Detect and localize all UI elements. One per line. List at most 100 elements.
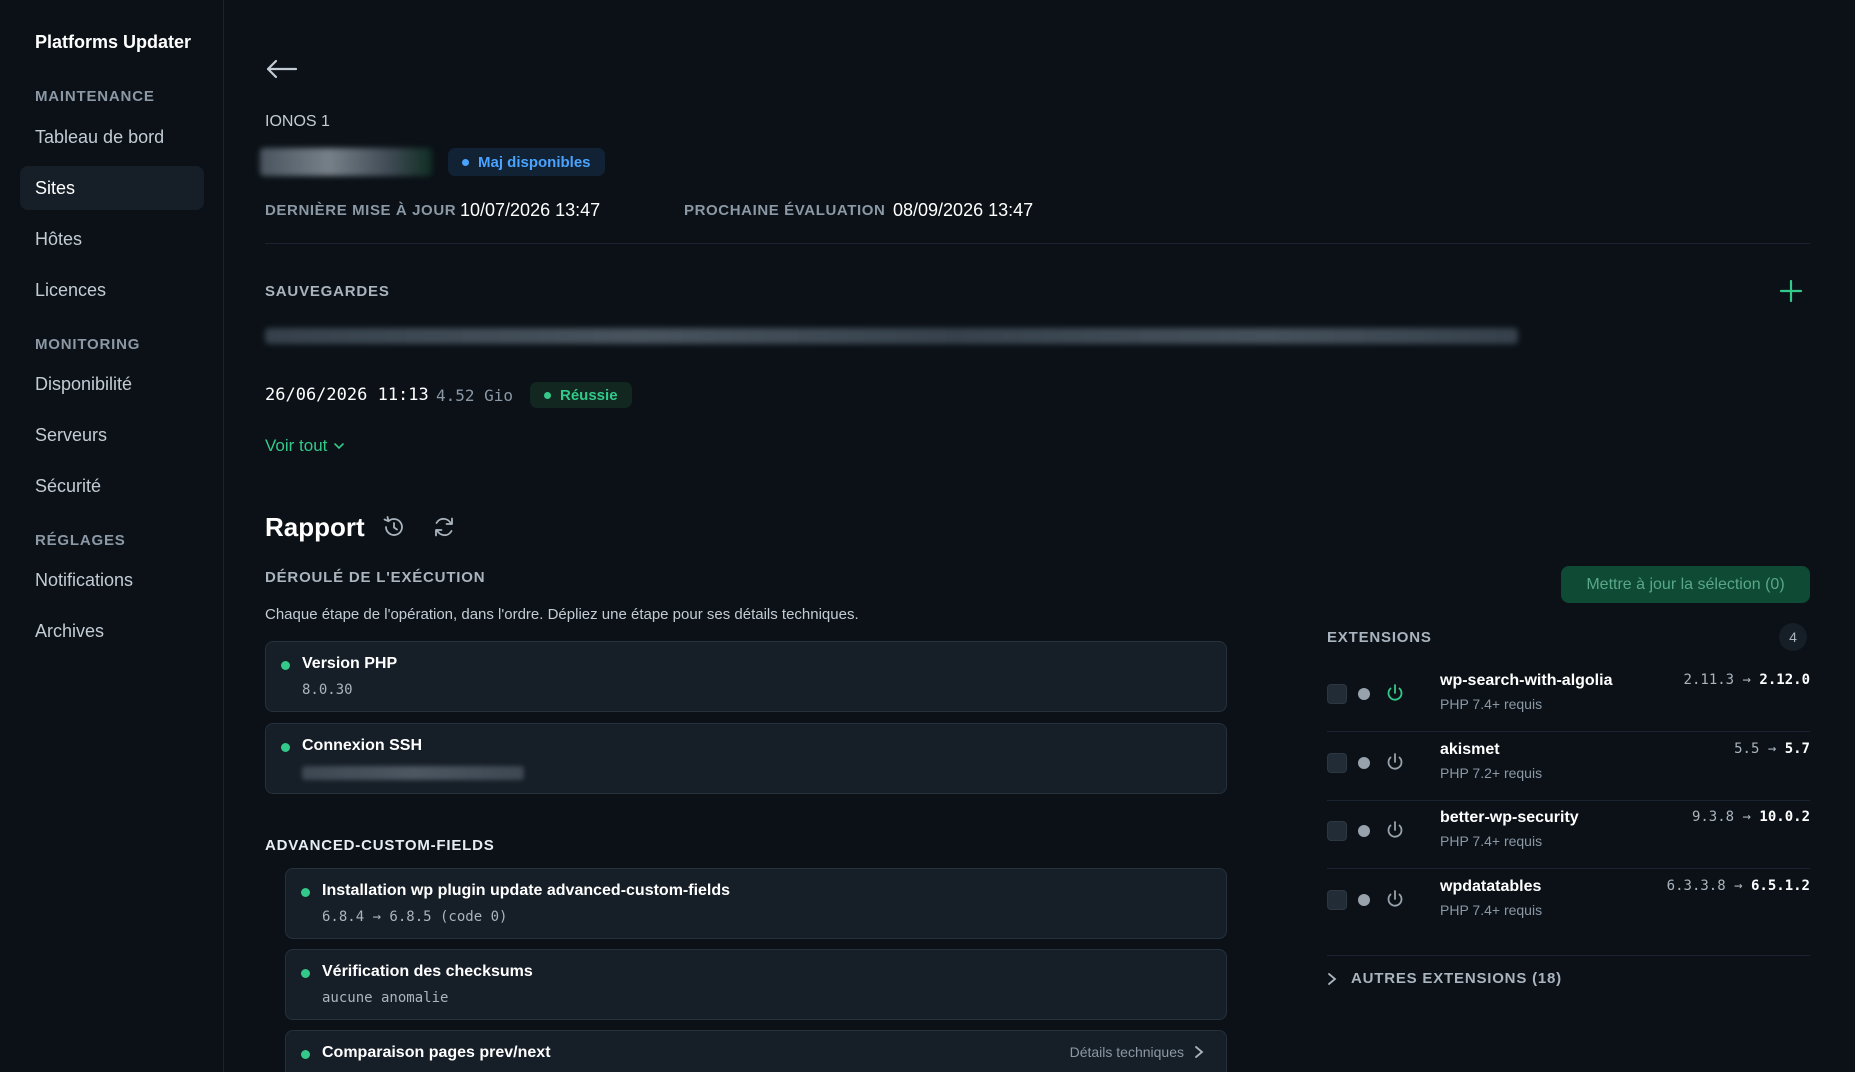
- sidebar-item-hotes[interactable]: Hôtes: [20, 217, 204, 261]
- backup-size: 4.52 Gio: [436, 386, 514, 405]
- status-badge: Maj disponibles: [448, 148, 605, 176]
- step-subtitle: 8.0.30: [302, 682, 353, 698]
- technical-details-label: Détails techniques: [1069, 1044, 1184, 1060]
- version-to: 2.12.0: [1759, 672, 1810, 688]
- step-checksums[interactable]: Vérification des checksums aucune anomal…: [285, 949, 1227, 1020]
- backup-status-badge: Réussie: [530, 382, 632, 408]
- step-status-dot: [281, 743, 290, 752]
- backups-title: SAUVEGARDES: [265, 283, 390, 300]
- update-selection-button[interactable]: Mettre à jour la sélection (0): [1561, 566, 1810, 603]
- step-status-dot: [301, 1050, 310, 1059]
- group-title: ADVANCED-CUSTOM-FIELDS: [265, 837, 495, 854]
- host-label: IONOS 1: [265, 113, 330, 130]
- add-backup-icon[interactable]: [1779, 279, 1803, 303]
- extension-row: better-wp-security PHP 7.4+ requis 9.3.8…: [1327, 801, 1810, 869]
- exec-description: Chaque étape de l'opération, dans l'ordr…: [265, 606, 859, 623]
- step-ssh-connection[interactable]: Connexion SSH: [265, 723, 1227, 794]
- see-all-label: Voir tout: [265, 436, 328, 455]
- power-icon[interactable]: [1384, 751, 1406, 773]
- refresh-icon[interactable]: [431, 514, 457, 540]
- step-php-version[interactable]: Version PHP 8.0.30: [265, 641, 1227, 712]
- version-from: 5.5: [1734, 741, 1760, 757]
- extension-checkbox[interactable]: [1327, 684, 1347, 704]
- backup-path-redacted: [265, 328, 1518, 344]
- step-title: Vérification des checksums: [322, 963, 533, 980]
- status-dot: [1358, 688, 1370, 700]
- extension-row: wp-search-with-algolia PHP 7.4+ requis 2…: [1327, 664, 1810, 732]
- extension-name: wp-search-with-algolia: [1440, 672, 1613, 689]
- sidebar-item-sites[interactable]: Sites: [20, 166, 204, 210]
- last-update-value: 10/07/2026 13:47: [460, 200, 601, 220]
- step-page-compare[interactable]: Comparaison pages prev/next Détails tech…: [285, 1030, 1227, 1072]
- extension-row: akismet PHP 7.2+ requis 5.5 → 5.7: [1327, 733, 1810, 801]
- sidebar: Platforms Updater MAINTENANCE Tableau de…: [0, 0, 224, 1072]
- backup-date: 26/06/2026 11:13: [265, 385, 429, 405]
- sidebar-item-disponibilite[interactable]: Disponibilité: [20, 362, 204, 406]
- other-extensions-toggle[interactable]: AUTRES EXTENSIONS (18): [1327, 970, 1562, 987]
- step-status-dot: [281, 661, 290, 670]
- step-subtitle-redacted: [302, 766, 524, 780]
- step-title: Comparaison pages prev/next: [322, 1044, 551, 1061]
- divider: [265, 243, 1810, 244]
- power-icon[interactable]: [1384, 819, 1406, 841]
- sidebar-section-maintenance: MAINTENANCE: [35, 88, 155, 105]
- technical-details-toggle[interactable]: Détails techniques: [1070, 1044, 1204, 1060]
- next-eval-label: PROCHAINE ÉVALUATION: [684, 202, 886, 219]
- extension-name: better-wp-security: [1440, 809, 1579, 826]
- version-to: 10.0.2: [1759, 809, 1810, 825]
- status-dot: [1358, 757, 1370, 769]
- history-icon[interactable]: [381, 514, 407, 540]
- back-arrow-icon[interactable]: [264, 56, 298, 82]
- sidebar-item-tableau-de-bord[interactable]: Tableau de bord: [20, 115, 204, 159]
- sidebar-item-serveurs[interactable]: Serveurs: [20, 413, 204, 457]
- step-title: Version PHP: [302, 655, 398, 672]
- step-subtitle: 6.8.4 → 6.8.5 (code 0): [322, 909, 508, 925]
- extension-requirement: PHP 7.4+ requis: [1440, 696, 1543, 712]
- chevron-right-icon: [1328, 972, 1337, 985]
- step-status-dot: [301, 969, 310, 978]
- version-from: 6.3.3.8: [1666, 878, 1726, 894]
- extension-name: akismet: [1440, 741, 1500, 758]
- step-title: Connexion SSH: [302, 737, 423, 754]
- sidebar-item-securite[interactable]: Sécurité: [20, 464, 204, 508]
- sidebar-item-archives[interactable]: Archives: [20, 609, 204, 653]
- extensions-count: 4: [1779, 623, 1807, 651]
- chevron-right-icon: [1195, 1046, 1204, 1058]
- power-icon[interactable]: [1384, 888, 1406, 910]
- extension-row: wpdatatables PHP 7.4+ requis 6.3.3.8 → 6…: [1327, 870, 1810, 956]
- version-from: 2.11.3: [1683, 672, 1735, 688]
- sidebar-section-reglages: RÉGLAGES: [35, 532, 126, 549]
- arrow: →: [1742, 809, 1751, 825]
- extension-checkbox[interactable]: [1327, 890, 1347, 910]
- arrow: →: [1767, 741, 1777, 757]
- arrow: →: [1742, 672, 1751, 688]
- sidebar-item-notifications[interactable]: Notifications: [20, 558, 204, 602]
- extension-requirement: PHP 7.4+ requis: [1440, 902, 1543, 918]
- version-from: 9.3.8: [1691, 809, 1735, 825]
- app-title: Platforms Updater: [35, 32, 192, 52]
- other-extensions-label: AUTRES EXTENSIONS (18): [1351, 970, 1562, 987]
- sidebar-section-monitoring: MONITORING: [35, 336, 141, 353]
- report-title: Rapport: [265, 512, 365, 542]
- main-content: IONOS 1 Maj disponibles DERNIÈRE MISE À …: [224, 0, 1855, 1072]
- extension-version: 6.3.3.8 → 6.5.1.2: [1667, 878, 1810, 894]
- step-plugin-install[interactable]: Installation wp plugin update advanced-c…: [285, 868, 1227, 939]
- next-eval-value: 08/09/2026 13:47: [893, 200, 1034, 220]
- extension-name: wpdatatables: [1440, 878, 1542, 895]
- site-name-redacted: [260, 148, 432, 176]
- status-dot: [1358, 894, 1370, 906]
- extension-version: 9.3.8 → 10.0.2: [1692, 809, 1810, 825]
- see-all-link[interactable]: Voir tout: [265, 436, 345, 456]
- last-update-label: DERNIÈRE MISE À JOUR: [265, 202, 457, 219]
- exec-title: DÉROULÉ DE L'EXÉCUTION: [265, 569, 486, 586]
- extensions-title: EXTENSIONS: [1327, 629, 1432, 646]
- extension-checkbox[interactable]: [1327, 821, 1347, 841]
- version-to: 5.7: [1784, 741, 1810, 757]
- power-icon[interactable]: [1384, 682, 1406, 704]
- version-to: 6.5.1.2: [1750, 878, 1810, 894]
- step-status-dot: [301, 888, 310, 897]
- status-dot: [1358, 825, 1370, 837]
- step-title: Installation wp plugin update advanced-c…: [322, 882, 731, 899]
- sidebar-item-licences[interactable]: Licences: [20, 268, 204, 312]
- extension-checkbox[interactable]: [1327, 753, 1347, 773]
